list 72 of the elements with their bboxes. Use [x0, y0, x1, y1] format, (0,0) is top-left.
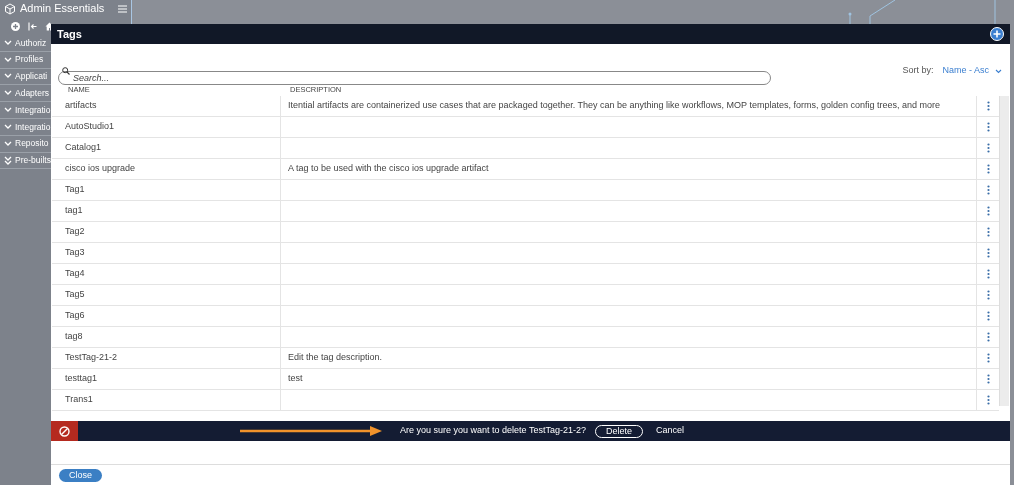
table-row[interactable]: Tag3	[52, 243, 999, 264]
cube-logo-icon	[4, 2, 16, 15]
arrow-icon	[240, 426, 382, 436]
confirm-message: Are you sure you want to delete TestTag-21-2?	[400, 424, 586, 438]
tag-name-cell: Tag4	[52, 264, 281, 284]
tag-name-cell: testtag1	[52, 369, 281, 389]
more-icon[interactable]	[986, 332, 990, 342]
search-field[interactable]: Search...	[58, 71, 771, 85]
close-button[interactable]: Close	[59, 468, 102, 482]
table-row[interactable]: TestTag-21-2 Edit the tag description.	[52, 348, 999, 369]
tag-name-cell: tag8	[52, 327, 281, 347]
table-row[interactable]: Tag5	[52, 285, 999, 306]
more-icon[interactable]	[986, 164, 990, 174]
tag-name-cell: tag1	[52, 201, 281, 221]
chevron-down-icon	[4, 123, 12, 130]
more-icon[interactable]	[986, 206, 990, 216]
sidebar-title: Admin Essentials	[20, 1, 105, 17]
tag-name-cell: AutoStudio1	[52, 117, 281, 137]
more-icon[interactable]	[986, 248, 990, 258]
more-icon[interactable]	[986, 101, 990, 111]
tag-name-cell: Trans1	[52, 390, 281, 410]
scrollbar[interactable]	[999, 96, 1009, 406]
chevron-down-icon	[4, 39, 12, 46]
table-row[interactable]: Trans1	[52, 390, 999, 411]
sort-label: Sort by:	[902, 64, 934, 78]
tag-name-cell: TestTag-21-2	[52, 348, 281, 368]
table-row[interactable]: Catalog1	[52, 138, 999, 159]
tag-name-cell: artifacts	[52, 96, 281, 116]
more-icon[interactable]	[986, 269, 990, 279]
tag-name-cell: Tag2	[52, 222, 281, 242]
table-row[interactable]: artifacts Itential artifacts are containerized use cases that are packaged together. They can be anything like workflows, MOP templates, forms, golden config trees, and more	[52, 96, 999, 117]
table-row[interactable]: testtag1 test	[52, 369, 999, 390]
table-row[interactable]: Tag4	[52, 264, 999, 285]
tag-name-cell: Tag5	[52, 285, 281, 305]
more-icon[interactable]	[986, 353, 990, 363]
more-icon[interactable]	[986, 290, 990, 300]
more-icon[interactable]	[986, 143, 990, 153]
description-cell: Itential artifacts are containerized use cases that are packaged together. They can be anything like workflows, MOP templates, forms, golden config trees, and more	[281, 96, 977, 116]
description-cell: Edit the tag description.	[281, 348, 977, 368]
chevron-down-icon	[4, 73, 12, 80]
table-row[interactable]: cisco ios upgrade A tag to be used with the cisco ios upgrade artifact	[52, 159, 999, 180]
chevron-down-icon	[4, 107, 12, 114]
double-chevron-icon	[4, 155, 12, 165]
tag-name-cell: cisco ios upgrade	[52, 159, 281, 179]
chevron-down-icon	[995, 68, 1002, 74]
table-row[interactable]: Tag2	[52, 222, 999, 243]
sign-in-icon[interactable]	[28, 21, 37, 31]
more-icon[interactable]	[986, 185, 990, 195]
table-row[interactable]: tag8	[52, 327, 999, 348]
dialog-title: Tags	[57, 26, 82, 42]
tag-name-cell: Tag1	[52, 180, 281, 200]
more-icon[interactable]	[986, 311, 990, 321]
more-icon[interactable]	[986, 395, 990, 405]
more-icon[interactable]	[986, 227, 990, 237]
prohibited-icon	[59, 425, 70, 437]
search-icon	[62, 67, 70, 75]
more-icon[interactable]	[986, 122, 990, 132]
table-row[interactable]: tag1	[52, 201, 999, 222]
sort-dropdown[interactable]: Name - Asc	[942, 64, 1002, 78]
table-row[interactable]: AutoStudio1	[52, 117, 999, 138]
description-cell: A tag to be used with the cisco ios upgrade artifact	[281, 159, 977, 179]
tag-name-cell: Tag6	[52, 306, 281, 326]
cancel-button[interactable]: Cancel	[655, 424, 684, 438]
tag-name-cell: Tag3	[52, 243, 281, 263]
more-icon[interactable]	[986, 374, 990, 384]
chevron-down-icon	[4, 90, 12, 97]
table-row[interactable]: Tag1	[52, 180, 999, 201]
chevron-down-icon	[4, 140, 12, 147]
table-row[interactable]: Tag6	[52, 306, 999, 327]
tag-name-cell: Catalog1	[52, 138, 281, 158]
chevron-down-icon	[4, 56, 12, 63]
description-cell: test	[281, 369, 977, 389]
